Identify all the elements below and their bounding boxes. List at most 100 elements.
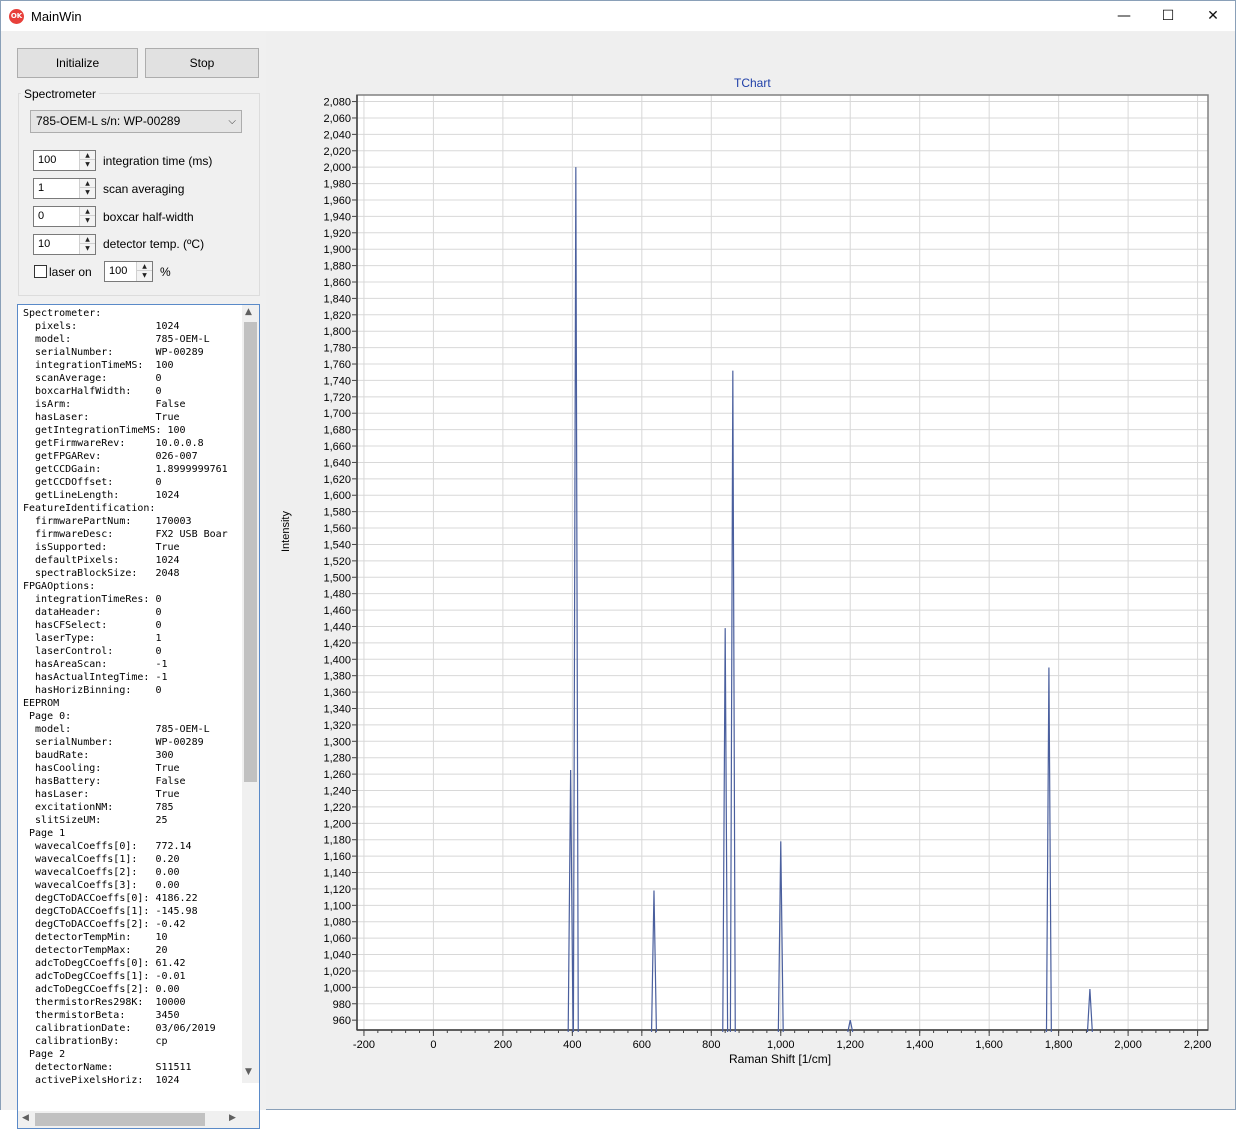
plot-area — [357, 95, 1208, 1030]
y-tick-label: 1,120 — [323, 884, 351, 896]
laser-power-unit: % — [160, 265, 171, 279]
spectrum-chart[interactable]: -200 0 200 400 600 800 1,000 1,200 1,400 1,600 1,8… — [266, 32, 1235, 1109]
x-tick-label: 600 — [633, 1039, 651, 1051]
spin-up-icon[interactable]: ▲ — [80, 207, 95, 216]
spectrometer-select[interactable]: 785-OEM-L s/n: WP-00289 ⌵ — [30, 110, 242, 133]
boxcar-label: boxcar half-width — [103, 210, 194, 224]
y-tick-label: 1,540 — [323, 539, 351, 551]
vertical-scroll-thumb[interactable] — [244, 322, 257, 782]
integration-time-stepper[interactable]: 100 ▲ ▼ — [33, 150, 96, 171]
vertical-scrollbar[interactable]: ▲ ▼ — [242, 305, 259, 1083]
minimize-button[interactable]: — — [1101, 1, 1147, 31]
info-line: hasLaser: True — [23, 789, 180, 800]
scroll-up-icon[interactable]: ▲ — [245, 307, 252, 317]
stop-button[interactable]: Stop — [145, 48, 259, 78]
spin-down-icon[interactable]: ▼ — [80, 216, 95, 225]
y-tick-label: 1,860 — [323, 277, 351, 289]
y-tick-label: 1,760 — [323, 359, 351, 371]
x-tick-label: 800 — [702, 1039, 720, 1051]
maximize-button[interactable]: ☐ — [1145, 1, 1191, 31]
spin-up-icon[interactable]: ▲ — [80, 179, 95, 188]
y-tick-label: 1,620 — [323, 474, 351, 486]
info-line: hasCFSelect: 0 — [23, 620, 162, 631]
scroll-down-icon[interactable]: ▼ — [245, 1067, 252, 1077]
detector-temp-stepper[interactable]: 10 ▲ ▼ — [33, 234, 96, 255]
spectrometer-select-value: 785-OEM-L s/n: WP-00289 — [36, 114, 181, 128]
laser-power-stepper[interactable]: 100 ▲ ▼ — [104, 261, 153, 282]
y-tick-label: 1,060 — [323, 933, 351, 945]
info-line: getCCDOffset: 0 — [23, 477, 162, 488]
spin-down-icon[interactable]: ▼ — [137, 271, 152, 280]
y-tick-label: 1,140 — [323, 868, 351, 880]
y-tick-label: 1,260 — [323, 769, 351, 781]
info-line: thermistorRes298K: 10000 — [23, 997, 186, 1008]
info-line: getLineLength: 1024 — [23, 490, 180, 501]
info-line: dataHeader: 0 — [23, 607, 162, 618]
y-tick-label: 1,160 — [323, 851, 351, 863]
horizontal-scroll-thumb[interactable] — [35, 1113, 205, 1126]
spectrometer-info-textbox[interactable]: Spectrometer: pixels: 1024 model: 785-OE… — [17, 304, 260, 1129]
info-line: hasCooling: True — [23, 763, 180, 774]
info-line: serialNumber: WP-00289 — [23, 737, 204, 748]
close-button[interactable]: ✕ — [1190, 1, 1236, 31]
y-tick-label: 2,020 — [323, 146, 351, 158]
y-tick-label: 1,300 — [323, 736, 351, 748]
y-tick-label: 1,560 — [323, 523, 351, 535]
info-line: wavecalCoeffs[3]: 0.00 — [23, 880, 180, 891]
info-line: degCToDACCoeffs[0]: 4186.22 — [23, 893, 198, 904]
x-tick-label: 1,400 — [906, 1039, 934, 1051]
spin-down-icon[interactable]: ▼ — [80, 244, 95, 253]
y-tick-label: 1,940 — [323, 211, 351, 223]
y-tick-label: 980 — [333, 999, 351, 1011]
y-tick-label: 1,100 — [323, 900, 351, 912]
scan-averaging-label: scan averaging — [103, 182, 185, 196]
info-line: getFPGARev: 026-007 — [23, 451, 198, 462]
y-tick-label: 1,000 — [323, 982, 351, 994]
detector-temp-label: detector temp. (ºC) — [103, 237, 205, 251]
y-tick-label: 1,420 — [323, 638, 351, 650]
boxcar-spin-buttons: ▲ ▼ — [79, 207, 95, 226]
info-line: detectorName: S11511 — [23, 1062, 192, 1073]
info-line: baudRate: 300 — [23, 750, 174, 761]
scan-averaging-spin-buttons: ▲ ▼ — [79, 179, 95, 198]
integration-time-value: 100 — [38, 154, 57, 166]
x-tick-label: 1,200 — [836, 1039, 864, 1051]
info-line: defaultPixels: 1024 — [23, 555, 180, 566]
detector-temp-value: 10 — [38, 238, 51, 250]
info-line: Page 0: — [23, 711, 72, 722]
y-tick-label: 1,780 — [323, 343, 351, 355]
x-tick-label: 2,000 — [1114, 1039, 1142, 1051]
spin-up-icon[interactable]: ▲ — [80, 151, 95, 160]
info-line: isSupported: True — [23, 542, 180, 553]
spin-down-icon[interactable]: ▼ — [80, 188, 95, 197]
y-tick-label: 960 — [333, 1015, 351, 1027]
boxcar-stepper[interactable]: 0 ▲ ▼ — [33, 206, 96, 227]
detector-temp-spin-buttons: ▲ ▼ — [79, 235, 95, 254]
y-tick-label: 1,900 — [323, 244, 351, 256]
scroll-left-icon[interactable]: ◀ — [22, 1113, 29, 1123]
scan-averaging-stepper[interactable]: 1 ▲ ▼ — [33, 178, 96, 199]
spin-up-icon[interactable]: ▲ — [137, 262, 152, 271]
spin-up-icon[interactable]: ▲ — [80, 235, 95, 244]
info-line: hasBattery: False — [23, 776, 186, 787]
spin-down-icon[interactable]: ▼ — [80, 160, 95, 169]
title-bar[interactable]: OK MainWin — ☐ ✕ — [1, 1, 1235, 31]
y-tick-label: 1,660 — [323, 441, 351, 453]
scroll-right-icon[interactable]: ▶ — [229, 1113, 236, 1123]
y-tick-label: 1,920 — [323, 228, 351, 240]
x-tick-label: 400 — [563, 1039, 581, 1051]
laser-power-spin-buttons: ▲ ▼ — [136, 262, 152, 281]
info-line: Page 2 — [23, 1049, 66, 1060]
info-line: slitSizeUM: 25 — [23, 815, 168, 826]
laser-on-checkbox[interactable] — [34, 265, 47, 278]
y-tick-label: 1,340 — [323, 703, 351, 715]
window-title: MainWin — [31, 9, 82, 24]
initialize-button[interactable]: Initialize — [17, 48, 138, 78]
horizontal-scrollbar[interactable]: ◀ ▶ — [18, 1111, 259, 1128]
info-line: hasHorizBinning: 0 — [23, 685, 162, 696]
info-line: integrationTimeRes: 0 — [23, 594, 162, 605]
y-tick-label: 1,360 — [323, 687, 351, 699]
info-line: detectorTempMax: 20 — [23, 945, 168, 956]
info-line: calibrationBy: cp — [23, 1036, 168, 1047]
y-tick-label: 2,040 — [323, 129, 351, 141]
